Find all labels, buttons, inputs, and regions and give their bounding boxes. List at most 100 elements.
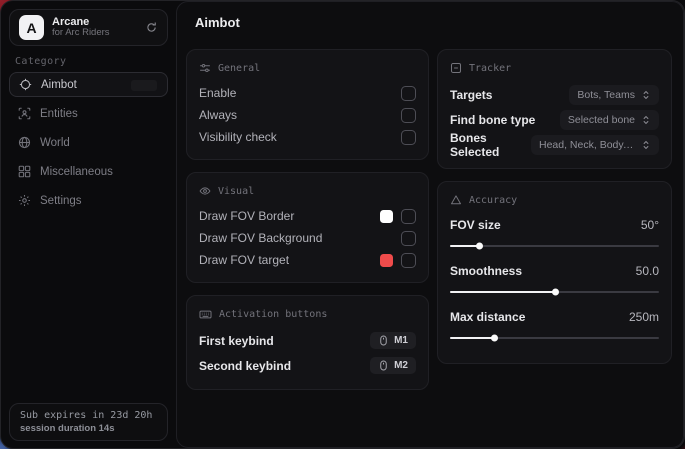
crosshair-icon	[19, 78, 32, 91]
accuracy-card-header: Accuracy	[450, 191, 659, 209]
app-logo: A	[19, 15, 44, 40]
max-distance-slider[interactable]	[450, 337, 659, 339]
keybind-value: M2	[394, 360, 408, 371]
activation-card: Activation buttons First keybind M1 S	[186, 295, 429, 390]
subscription-info: Sub expires in 23d 20h session duration …	[9, 403, 168, 441]
setting-label: First keybind	[199, 334, 274, 348]
sidebar-item-settings[interactable]: Settings	[9, 188, 168, 213]
chevrons-up-down-icon	[641, 140, 651, 150]
sliders-icon	[199, 62, 211, 74]
accuracy-card: Accuracy FOV size 50° Smoothness 50.0	[437, 181, 672, 364]
entities-icon	[18, 107, 31, 120]
setting-row-visibility-check: Visibility check	[199, 126, 416, 148]
fov-size-value: 50°	[641, 218, 659, 232]
setting-label: Enable	[199, 86, 236, 100]
setting-row-find-bone-type: Find bone type Selected bone	[450, 107, 659, 132]
sidebar-item-entities[interactable]: Entities	[9, 101, 168, 126]
setting-label: Second keybind	[199, 359, 291, 373]
slider-label-row: FOV size 50°	[450, 214, 659, 236]
visual-card: Visual Draw FOV Border Draw FOV Backgrou…	[186, 172, 429, 283]
column-right: Tracker Targets Bots, Teams Find bone	[437, 49, 672, 376]
session-duration-text: session duration 14s	[20, 423, 157, 434]
smoothness-value: 50.0	[636, 264, 659, 278]
max-distance-value: 250m	[629, 310, 659, 324]
setting-row-fov-background: Draw FOV Background	[199, 227, 416, 249]
keybind-value: M1	[394, 335, 408, 346]
scan-icon	[450, 62, 462, 74]
setting-label: Draw FOV Border	[199, 209, 294, 223]
find-bone-type-select[interactable]: Selected bone	[560, 110, 659, 130]
chevrons-up-down-icon	[641, 90, 651, 100]
smoothness-setting: Smoothness 50.0	[450, 260, 659, 293]
tracker-card-title: Tracker	[469, 63, 511, 74]
chevrons-up-down-icon	[641, 115, 651, 125]
mouse-icon	[378, 360, 389, 371]
general-card-title: General	[218, 63, 260, 74]
bones-selected-select[interactable]: Head, Neck, Body, Fe..	[531, 135, 659, 155]
select-value: Bots, Teams	[577, 89, 635, 101]
grid-icon	[18, 165, 31, 178]
sidebar-item-label: World	[40, 137, 70, 149]
slider-fill	[450, 337, 494, 339]
visibility-check-checkbox[interactable]	[401, 130, 416, 145]
visual-card-title: Visual	[218, 186, 254, 197]
sidebar-item-label: Miscellaneous	[40, 166, 113, 178]
accuracy-card-title: Accuracy	[469, 195, 517, 206]
setting-row-always: Always	[199, 104, 416, 126]
app-subtitle: for Arc Riders	[52, 28, 137, 39]
sidebar-item-miscellaneous[interactable]: Miscellaneous	[9, 159, 168, 184]
category-label: Category	[15, 56, 66, 67]
first-keybind-button[interactable]: M1	[370, 332, 416, 349]
fov-size-setting: FOV size 50°	[450, 214, 659, 247]
fov-target-checkbox[interactable]	[401, 253, 416, 268]
setting-label: Smoothness	[450, 264, 522, 278]
setting-label: Draw FOV Background	[199, 231, 322, 245]
visual-card-header: Visual	[199, 182, 416, 200]
setting-label: Draw FOV target	[199, 253, 289, 267]
max-distance-setting: Max distance 250m	[450, 306, 659, 339]
logo-card: A Arcane for Arc Riders	[9, 9, 168, 46]
aimbot-keybind-ghost	[131, 80, 157, 91]
setting-row-targets: Targets Bots, Teams	[450, 82, 659, 107]
select-value: Selected bone	[568, 114, 635, 126]
activation-card-title: Activation buttons	[219, 309, 327, 320]
setting-row-enable: Enable	[199, 82, 416, 104]
sidebar-item-world[interactable]: World	[9, 130, 168, 155]
setting-label: Max distance	[450, 310, 525, 324]
main-panel: Aimbot General Enable Always	[176, 1, 684, 448]
setting-label: Find bone type	[450, 113, 535, 127]
app-identity: Arcane for Arc Riders	[52, 16, 137, 40]
setting-label: Bones Selected	[450, 131, 531, 159]
setting-row-fov-border: Draw FOV Border	[199, 205, 416, 227]
mouse-icon	[378, 335, 389, 346]
slider-label-row: Max distance 250m	[450, 306, 659, 328]
tracker-card-header: Tracker	[450, 59, 659, 77]
fov-size-slider[interactable]	[450, 245, 659, 247]
setting-label: Visibility check	[199, 130, 277, 144]
slider-fill	[450, 291, 555, 293]
triangle-icon	[450, 194, 462, 206]
keyboard-icon	[199, 308, 212, 321]
targets-select[interactable]: Bots, Teams	[569, 85, 659, 105]
always-checkbox[interactable]	[401, 108, 416, 123]
globe-icon	[18, 136, 31, 149]
sidebar-nav: Aimbot Entities World	[9, 72, 168, 217]
eye-icon	[199, 185, 211, 197]
fov-background-checkbox[interactable]	[401, 231, 416, 246]
column-left: General Enable Always Visibility check	[186, 49, 429, 402]
setting-row-second-keybind: Second keybind M2	[199, 353, 416, 378]
fov-target-color-swatch[interactable]	[380, 254, 393, 267]
gear-icon	[18, 194, 31, 207]
select-value: Head, Neck, Body, Fe..	[539, 139, 635, 151]
second-keybind-button[interactable]: M2	[370, 357, 416, 374]
setting-label: Always	[199, 108, 237, 122]
fov-border-color-swatch[interactable]	[380, 210, 393, 223]
enable-checkbox[interactable]	[401, 86, 416, 101]
slider-fill	[450, 245, 479, 247]
setting-label: Targets	[450, 88, 492, 102]
slider-label-row: Smoothness 50.0	[450, 260, 659, 282]
fov-border-checkbox[interactable]	[401, 209, 416, 224]
refresh-icon[interactable]	[145, 21, 158, 34]
sidebar-item-aimbot[interactable]: Aimbot	[9, 72, 168, 97]
smoothness-slider[interactable]	[450, 291, 659, 293]
